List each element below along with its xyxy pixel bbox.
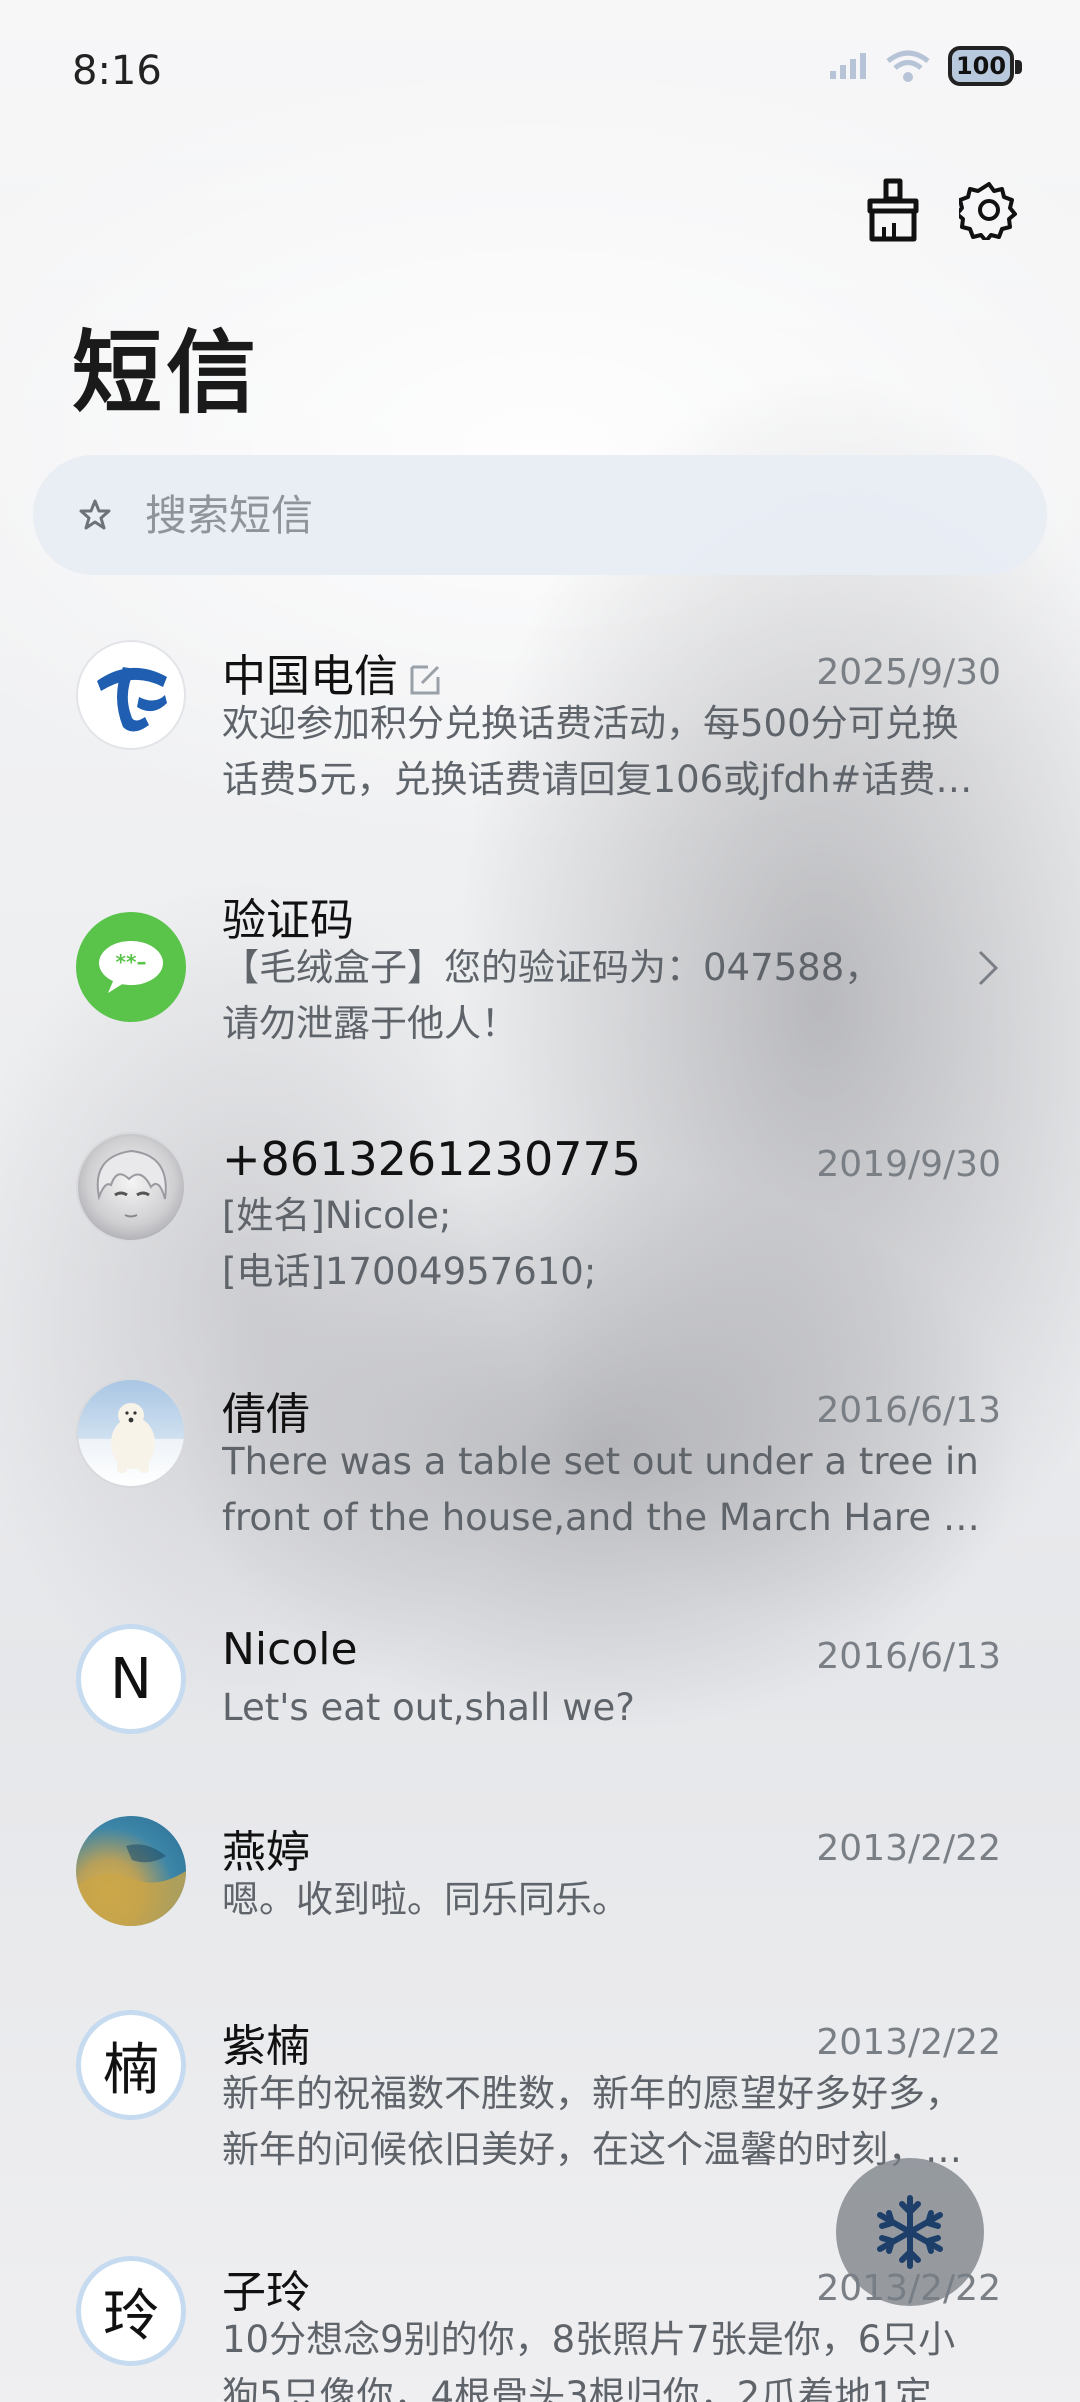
verification-code-icon: **– xyxy=(76,912,186,1022)
conversation-item[interactable]: **– 验证码 【毛绒盒子】您的验证码为：047588， 请勿泄露于他人！ xyxy=(0,876,1080,1066)
preview-line: 话费5元，兑换话费请回复106或jfdh#话费… xyxy=(222,758,973,801)
preview-line: front of the house,and the March Hare an… xyxy=(222,1496,1002,1539)
snowflake-icon xyxy=(877,2195,943,2269)
anime-avatar xyxy=(76,1132,186,1242)
preview-line: 新年的祝福数不胜数，新年的愿望好多好多， xyxy=(222,2072,962,2115)
conversation-name: 燕婷 xyxy=(222,1827,310,1878)
conversation-preview: There was a table set out under a tree i… xyxy=(222,1434,1002,1546)
snowflake-fab-button[interactable] xyxy=(836,2158,984,2306)
preview-line: [电话]17004957610; xyxy=(222,1250,597,1293)
chevron-right-icon[interactable] xyxy=(968,948,1008,988)
conversation-item[interactable]: +8613261230775 2019/9/30 [姓名]Nicole; [电话… xyxy=(0,1122,1080,1312)
conversation-name: +8613261230775 xyxy=(222,1132,642,1186)
conversation-name: 中国电信 xyxy=(222,640,444,704)
star-icon[interactable] xyxy=(73,493,117,537)
letter-avatar: N xyxy=(76,1624,186,1734)
cellular-signal-icon xyxy=(830,53,866,79)
landscape-avatar xyxy=(76,1816,186,1926)
preview-line: 欢迎参加积分兑换话费活动，每500分可兑换 xyxy=(222,702,959,745)
conversation-name: 倩倩 xyxy=(222,1389,310,1440)
conversation-item[interactable]: 燕婷 2013/2/22 嗯。收到啦。同乐同乐。 xyxy=(0,1806,1080,1946)
conversation-preview: 【毛绒盒子】您的验证码为：047588， 请勿泄露于他人！ xyxy=(222,940,1002,1052)
brush-icon[interactable] xyxy=(858,175,928,245)
svg-text:**–: **– xyxy=(116,950,147,974)
conversation-date: 2013/2/22 xyxy=(816,2022,1001,2063)
conversation-date: 2013/2/22 xyxy=(816,1828,1001,1869)
status-time: 8:16 xyxy=(72,48,162,94)
wifi-icon xyxy=(886,50,930,82)
conversation-date: 2019/9/30 xyxy=(816,1144,1001,1185)
conversation-preview: 欢迎参加积分兑换话费活动，每500分可兑换 话费5元，兑换话费请回复106或jf… xyxy=(222,696,1002,808)
conversation-preview: 嗯。收到啦。同乐同乐。 xyxy=(222,1872,1002,1928)
conversation-date: 2016/6/13 xyxy=(816,1636,1001,1677)
conversation-preview: Let's eat out,shall we? xyxy=(222,1680,1002,1736)
conversation-preview: [姓名]Nicole; [电话]17004957610; xyxy=(222,1188,1002,1300)
conversation-name: 子玲 xyxy=(222,2267,310,2318)
conversation-date: 2016/6/13 xyxy=(816,1390,1001,1431)
conversation-name: 验证码 xyxy=(222,895,354,946)
preview-line: Let's eat out,shall we? xyxy=(222,1686,635,1729)
conversation-date: 2025/9/30 xyxy=(816,652,1001,693)
search-bar[interactable] xyxy=(33,455,1047,575)
preview-line: 请勿泄露于他人！ xyxy=(222,1002,518,1045)
battery-icon: 100 xyxy=(948,46,1022,86)
gear-icon[interactable] xyxy=(954,175,1024,245)
preview-line: [姓名]Nicole; xyxy=(222,1194,452,1237)
conversation-item[interactable]: 中国电信 2025/9/30 欢迎参加积分兑换话费活动，每500分可兑换 话费5… xyxy=(0,630,1080,820)
conversation-preview: 10分想念9别的你，8张照片7张是你，6只小 狗5只像你，4根骨头3根归你，2爪… xyxy=(222,2312,1002,2402)
conversation-name-text: 中国电信 xyxy=(222,651,398,702)
preview-line: 【毛绒盒子】您的验证码为：047588， xyxy=(222,946,882,989)
search-input[interactable] xyxy=(145,490,945,540)
preview-line: There was a table set out under a tree i… xyxy=(222,1440,979,1483)
draft-edit-icon xyxy=(410,665,440,695)
conversation-name: 紫楠 xyxy=(222,2021,310,2072)
letter-avatar: 玲 xyxy=(76,2256,186,2366)
conversation-name: Nicole xyxy=(222,1624,358,1675)
letter-avatar: 楠 xyxy=(76,2010,186,2120)
preview-line: 嗯。收到啦。同乐同乐。 xyxy=(222,1878,629,1921)
china-telecom-logo xyxy=(76,640,186,750)
battery-level: 100 xyxy=(955,52,1007,80)
polar-bear-avatar xyxy=(76,1378,186,1488)
conversation-item[interactable]: N Nicole 2016/6/13 Let's eat out,shall w… xyxy=(0,1614,1080,1754)
preview-line: 10分想念9别的你，8张照片7张是你，6只小 xyxy=(222,2318,956,2361)
conversation-item[interactable]: 倩倩 2016/6/13 There was a table set out u… xyxy=(0,1368,1080,1558)
status-bar: 8:16 100 xyxy=(0,0,1080,150)
preview-line: 狗5只像你，4根骨头3根归你，2爪着地1定… xyxy=(222,2374,969,2402)
page-title: 短信 xyxy=(72,321,260,426)
